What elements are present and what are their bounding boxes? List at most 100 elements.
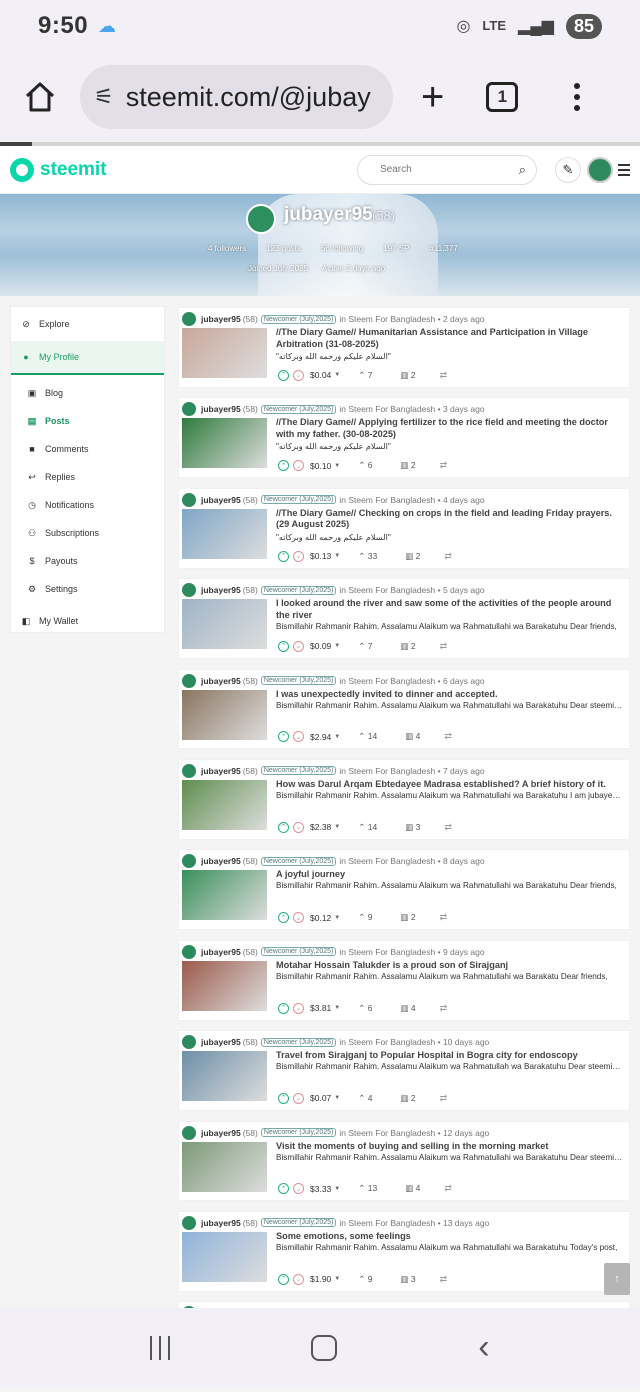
upvote-icon[interactable]: ⌃ — [278, 550, 289, 562]
vote-count[interactable]: ⌃ 6 — [358, 460, 372, 471]
post-excerpt[interactable]: "السلام عليكم ورحمه الله وبركاته" — [276, 532, 623, 542]
post-community-time[interactable]: in Steem For Bangladesh • 8 days ago — [339, 856, 484, 866]
upvote-icon[interactable]: ⌃ — [278, 1092, 289, 1104]
post-excerpt[interactable]: Bismillahir Rahmanir Rahim. Assalamu Ala… — [276, 881, 623, 890]
avatar[interactable] — [182, 854, 196, 869]
upvote-icon[interactable]: ⌃ — [278, 1002, 289, 1014]
avatar[interactable] — [182, 583, 196, 598]
resteem-icon[interactable]: ⇄ — [440, 1093, 448, 1104]
post-community-time[interactable]: in Steem For Bangladesh • 2 days ago — [339, 314, 484, 324]
chevron-down-icon[interactable]: ▼ — [334, 1276, 340, 1282]
post-item[interactable]: jubayer95 (58) Newcomer (July,2025) in S… — [178, 1120, 630, 1202]
downvote-icon[interactable]: ⌄ — [293, 1183, 304, 1195]
back-icon[interactable]: ‹ — [478, 1328, 489, 1367]
sidebar-item-wallet[interactable]: ◧ My Wallet — [11, 607, 164, 635]
upvote-icon[interactable]: ⌃ — [278, 640, 289, 652]
downvote-icon[interactable]: ⌄ — [293, 640, 304, 652]
post-excerpt[interactable]: "السلام عليكم ورحمه الله وبركاته" — [276, 351, 623, 361]
comment-count[interactable]: ▥ 4 — [405, 731, 420, 742]
post-excerpt[interactable]: Bismillahir Rahmanir Rahim. Assalamu Ala… — [276, 1153, 623, 1162]
sidebar-item-my-profile[interactable]: ● My Profile — [11, 341, 164, 375]
chevron-down-icon[interactable]: ▼ — [334, 463, 340, 469]
vote-count[interactable]: ⌃ 6 — [358, 1003, 372, 1014]
sidebar-item-replies[interactable]: ↩ Replies — [11, 463, 164, 491]
comment-count[interactable]: ▥ 2 — [400, 1093, 415, 1104]
site-settings-icon[interactable]: ⚟ — [94, 84, 114, 110]
downvote-icon[interactable]: ⌄ — [293, 731, 304, 743]
post-title[interactable]: Visit the moments of buying and selling … — [276, 1141, 623, 1153]
comment-count[interactable]: ▥ 2 — [400, 460, 415, 471]
vote-count[interactable]: ⌃ 7 — [358, 641, 372, 652]
browser-menu-icon[interactable] — [574, 83, 581, 111]
payout-value[interactable]: $0.12 — [310, 913, 331, 923]
comment-count[interactable]: ▥ 3 — [400, 1274, 415, 1285]
post-author[interactable]: jubayer95 — [201, 314, 241, 324]
avatar[interactable] — [182, 1125, 196, 1140]
chevron-down-icon[interactable]: ▼ — [334, 372, 340, 378]
sidebar-item-blog[interactable]: ▣ Blog — [11, 379, 164, 407]
post-item[interactable]: jubayer95 (58) Newcomer (July,2025) in S… — [178, 758, 630, 840]
resteem-icon[interactable]: ⇄ — [440, 1003, 448, 1014]
post-author[interactable]: jubayer95 — [201, 1128, 241, 1138]
sidebar-item-posts[interactable]: ▤ Posts — [11, 407, 164, 435]
downvote-icon[interactable]: ⌄ — [293, 1002, 304, 1014]
post-community-time[interactable]: in Steem For Bangladesh • 13 days ago — [339, 1218, 489, 1228]
upvote-icon[interactable]: ⌃ — [278, 369, 289, 381]
vote-count[interactable]: ⌃ 14 — [358, 822, 377, 833]
sidebar-item-subscriptions[interactable]: ⚇ Subscriptions — [11, 519, 164, 547]
following-count[interactable]: 56 following — [321, 244, 363, 253]
post-author[interactable]: jubayer95 — [201, 495, 241, 505]
post-item[interactable]: jubayer95 (58) Newcomer (July,2025) in S… — [178, 307, 630, 388]
post-author[interactable]: jubayer95 — [201, 676, 241, 686]
post-title[interactable]: I was unexpectedly invited to dinner and… — [276, 689, 623, 701]
post-community-time[interactable]: in Steem For Bangladesh • 6 days ago — [339, 676, 484, 686]
vote-count[interactable]: ⌃ 33 — [358, 551, 377, 562]
avatar[interactable] — [182, 1215, 196, 1230]
post-thumbnail[interactable] — [182, 418, 267, 469]
upvote-icon[interactable]: ⌃ — [278, 821, 289, 833]
payout-value[interactable]: $0.10 — [310, 461, 331, 471]
post-thumbnail[interactable] — [182, 870, 267, 921]
downvote-icon[interactable]: ⌄ — [293, 1092, 304, 1104]
chevron-down-icon[interactable]: ▼ — [334, 553, 340, 559]
sidebar-item-payouts[interactable]: $ Payouts — [11, 547, 164, 575]
vote-count[interactable]: ⌃ 13 — [358, 1183, 377, 1194]
recent-apps-icon[interactable] — [150, 1335, 171, 1360]
vote-count[interactable]: ⌃ 7 — [358, 370, 372, 381]
create-post-icon[interactable]: ✎ — [555, 156, 581, 183]
resteem-icon[interactable]: ⇄ — [440, 370, 448, 381]
post-thumbnail[interactable] — [182, 508, 267, 559]
post-author[interactable]: jubayer95 — [201, 856, 241, 866]
post-item[interactable]: jubayer95 (58) Newcomer (July,2025) in S… — [178, 939, 630, 1021]
comment-count[interactable]: ▥ 4 — [405, 1183, 420, 1194]
downvote-icon[interactable]: ⌄ — [293, 912, 304, 924]
post-title[interactable]: Travel from Sirajganj to Popular Hospita… — [276, 1050, 623, 1062]
address-bar[interactable]: ⚟ steemit.com/@jubay — [80, 65, 393, 129]
chevron-down-icon[interactable]: ▼ — [334, 1186, 340, 1192]
chevron-down-icon[interactable]: ▼ — [334, 915, 340, 921]
post-item[interactable]: jubayer95 (58) Newcomer (July,2025) in S… — [178, 1030, 630, 1111]
chevron-down-icon[interactable]: ▼ — [334, 1095, 340, 1101]
post-title[interactable]: //The Diary Game// Checking on crops in … — [276, 508, 623, 531]
post-title[interactable]: Some emotions, some feelings — [276, 1231, 623, 1243]
post-community-time[interactable]: in Steem For Bangladesh • 7 days ago — [339, 766, 484, 776]
post-thumbnail[interactable] — [182, 599, 267, 650]
upvote-icon[interactable]: ⌃ — [278, 912, 289, 924]
avatar[interactable] — [587, 156, 613, 183]
followers-count[interactable]: 4 followers — [208, 244, 246, 253]
vote-count[interactable]: ⌃ 4 — [358, 1093, 372, 1104]
resteem-icon[interactable]: ⇄ — [444, 1183, 452, 1194]
search-input[interactable]: Search ⌕ — [357, 154, 537, 185]
post-community-time[interactable]: in Steem For Bangladesh • 10 days ago — [339, 1037, 489, 1047]
resteem-icon[interactable]: ⇄ — [440, 641, 448, 652]
downvote-icon[interactable]: ⌄ — [293, 550, 304, 562]
sidebar-item-explore[interactable]: ⊘ Explore — [11, 307, 164, 341]
upvote-icon[interactable]: ⌃ — [278, 731, 289, 743]
comment-count[interactable]: ▥ 3 — [405, 822, 420, 833]
post-title[interactable]: A joyful journey — [276, 869, 623, 881]
hamburger-menu-icon[interactable] — [618, 163, 630, 176]
post-author[interactable]: jubayer95 — [201, 404, 241, 414]
post-item[interactable]: jubayer95 (58) Newcomer (July,2025) in S… — [178, 849, 630, 931]
payout-value[interactable]: $3.81 — [310, 1003, 331, 1013]
payout-value[interactable]: $0.07 — [310, 1093, 331, 1103]
